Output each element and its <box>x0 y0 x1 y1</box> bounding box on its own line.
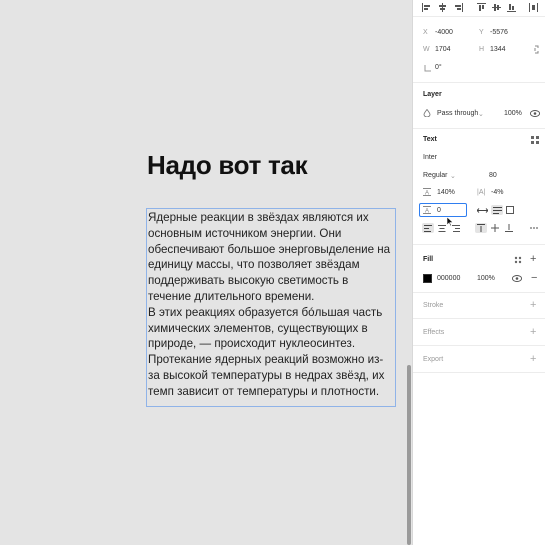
add-stroke-icon[interactable]: + <box>530 299 536 311</box>
chevron-down-icon[interactable]: ⌄ <box>450 172 456 180</box>
paragraph-spacing-input[interactable]: 0 <box>437 207 441 214</box>
letter-spacing-icon: |A| <box>477 189 486 196</box>
auto-height-icon[interactable] <box>491 205 503 215</box>
letter-spacing-input[interactable]: -4% <box>491 189 503 196</box>
fill-opacity-input[interactable]: 100% <box>477 275 495 282</box>
add-export-icon[interactable]: + <box>530 353 536 365</box>
y-label: Y <box>479 29 484 36</box>
fill-section-title: Fill <box>423 256 434 263</box>
constrain-proportions-icon[interactable] <box>531 44 541 54</box>
canvas-heading-text[interactable]: Надо вот так <box>147 150 308 181</box>
paragraph-line: Ядерные реакции в звёздах являются их <box>148 211 369 224</box>
mouse-cursor-icon <box>446 213 454 231</box>
export-section-title: Export <box>423 356 444 363</box>
w-label: W <box>423 46 430 53</box>
svg-text:A: A <box>425 191 429 197</box>
h-input[interactable]: 1344 <box>490 46 506 53</box>
paragraph-line: химических элементов, существующих в <box>148 321 368 335</box>
paragraph-line: единицу массы, что позволяет звёздам <box>148 258 360 272</box>
text-align-middle-icon[interactable] <box>490 223 500 233</box>
x-input[interactable]: -4000 <box>435 29 453 36</box>
layer-opacity-input[interactable]: 100% <box>504 110 522 117</box>
x-label: X <box>423 29 428 36</box>
w-input[interactable]: 1704 <box>435 46 451 53</box>
auto-width-icon[interactable] <box>476 205 488 215</box>
canvas-paragraph-text[interactable]: Ядерные реакции в звёздах являются их ос… <box>148 210 396 400</box>
rotation-icon <box>423 64 431 72</box>
text-align-left-icon[interactable] <box>422 223 434 233</box>
rotation-input[interactable]: 0° <box>435 64 442 71</box>
h-label: H <box>479 46 485 53</box>
text-section-title: Text <box>423 136 437 143</box>
line-height-input[interactable]: 140% <box>437 189 455 196</box>
style-grid-icon[interactable] <box>513 255 523 265</box>
fill-hex-input[interactable]: 000000 <box>437 275 460 282</box>
align-bottom-icon[interactable] <box>506 2 516 12</box>
stroke-section-title: Stroke <box>423 302 444 309</box>
line-height-icon: A <box>423 188 431 196</box>
paragraph-line: природе, — происходит нуклеосинтез. <box>148 337 356 351</box>
paragraph-line: за высокой температуры в недрах звёзд, и… <box>148 368 385 382</box>
y-input[interactable]: -5576 <box>490 29 508 36</box>
blend-mode-select[interactable]: Pass through <box>437 110 478 117</box>
more-options-icon[interactable] <box>529 223 539 233</box>
paragraph-line: темп зависит от температуры и плотности. <box>148 384 380 398</box>
add-fill-icon[interactable]: + <box>530 253 536 265</box>
align-right-icon[interactable] <box>453 2 463 12</box>
align-center-h-icon[interactable] <box>437 2 447 12</box>
canvas-scrollbar[interactable] <box>407 365 411 545</box>
effects-section-title: Effects <box>423 329 445 336</box>
text-align-bottom-icon[interactable] <box>504 223 514 233</box>
paragraph-line: Протекание ядерных реакций возможно из- <box>148 353 384 367</box>
fixed-size-icon[interactable] <box>505 205 515 215</box>
paragraph-line: В этих реакциях образуется бóльшая часть <box>148 305 383 319</box>
text-align-center-icon[interactable] <box>437 223 447 233</box>
fill-color-swatch[interactable] <box>423 274 432 283</box>
font-family-select[interactable]: Inter <box>423 154 437 161</box>
design-canvas[interactable]: Надо вот так Ядерные реакции в звёздах я… <box>0 0 411 545</box>
type-settings-icon[interactable] <box>530 135 540 145</box>
align-top-icon[interactable] <box>476 2 486 12</box>
paragraph-spacing-icon: A <box>423 206 431 214</box>
visibility-eye-icon[interactable] <box>530 109 540 117</box>
svg-text:A: A <box>425 209 429 215</box>
text-align-top-icon[interactable] <box>475 223 487 233</box>
remove-fill-icon[interactable]: − <box>531 272 537 284</box>
layer-section-title: Layer <box>423 91 442 98</box>
align-middle-v-icon[interactable] <box>491 2 501 12</box>
font-size-input[interactable]: 80 <box>489 172 497 179</box>
properties-panel: X -4000 Y -5576 W 1704 H 1344 0° Layer P… <box>412 0 545 545</box>
blend-mode-icon <box>423 109 431 117</box>
align-left-icon[interactable] <box>421 2 431 12</box>
paragraph-line: обеспечивают большое энерговыделение на <box>148 242 391 256</box>
chevron-down-icon[interactable]: ⌄ <box>478 110 484 118</box>
paragraph-line: основным источником энергии. Они <box>148 226 342 240</box>
add-effect-icon[interactable]: + <box>530 326 536 338</box>
distribute-icon[interactable] <box>528 2 538 12</box>
font-style-select[interactable]: Regular <box>423 172 448 179</box>
paragraph-line: поддерживать высокую светимость в <box>148 274 349 288</box>
fill-visibility-eye-icon[interactable] <box>512 274 522 282</box>
paragraph-line: течение длительного времени. <box>148 289 315 303</box>
